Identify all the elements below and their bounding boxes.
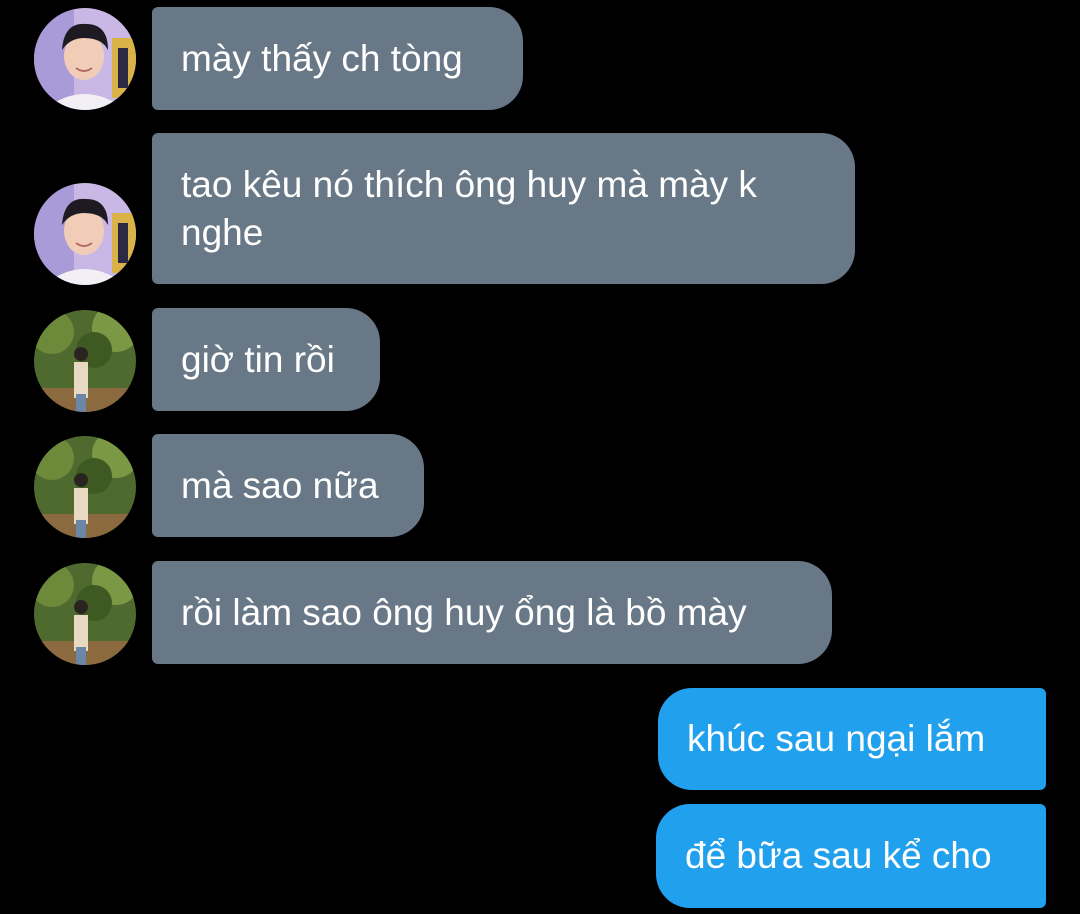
portrait-photo-outdoor-trees-icon — [34, 563, 136, 665]
message-text: để bữa sau kể cho — [685, 835, 992, 876]
message-text: mày thấy ch tòng — [181, 37, 463, 79]
portrait-photo-indoor-icon — [34, 8, 136, 110]
portrait-photo-indoor-icon — [34, 183, 136, 285]
avatar-friend-b[interactable] — [34, 310, 136, 412]
message-bubble-received[interactable]: mày thấy ch tòng — [152, 7, 523, 110]
avatar-friend-b[interactable] — [34, 563, 136, 665]
portrait-photo-outdoor-trees-icon — [34, 310, 136, 412]
message-text: tao kêu nó thích ông huy mà mày k nghe — [181, 163, 757, 253]
message-bubble-received[interactable]: giờ tin rồi — [152, 308, 380, 411]
chat-screen: { "conversation": { "messages": [ { "sen… — [0, 0, 1080, 914]
avatar-friend-b[interactable] — [34, 436, 136, 538]
message-text: khúc sau ngại lắm — [687, 718, 986, 759]
message-bubble-received[interactable]: mà sao nữa — [152, 434, 424, 537]
message-bubble-sent[interactable]: khúc sau ngại lắm — [658, 688, 1046, 790]
avatar-friend-a[interactable] — [34, 8, 136, 110]
message-text: rồi làm sao ông huy ổng là bồ mày — [181, 591, 747, 633]
avatar-friend-a[interactable] — [34, 183, 136, 285]
message-text: giờ tin rồi — [181, 338, 335, 380]
message-bubble-received[interactable]: tao kêu nó thích ông huy mà mày k nghe — [152, 133, 855, 284]
message-text: mà sao nữa — [181, 464, 379, 506]
message-bubble-sent[interactable]: để bữa sau kể cho — [656, 804, 1046, 908]
portrait-photo-outdoor-trees-icon — [34, 436, 136, 538]
message-bubble-received[interactable]: rồi làm sao ông huy ổng là bồ mày — [152, 561, 832, 664]
